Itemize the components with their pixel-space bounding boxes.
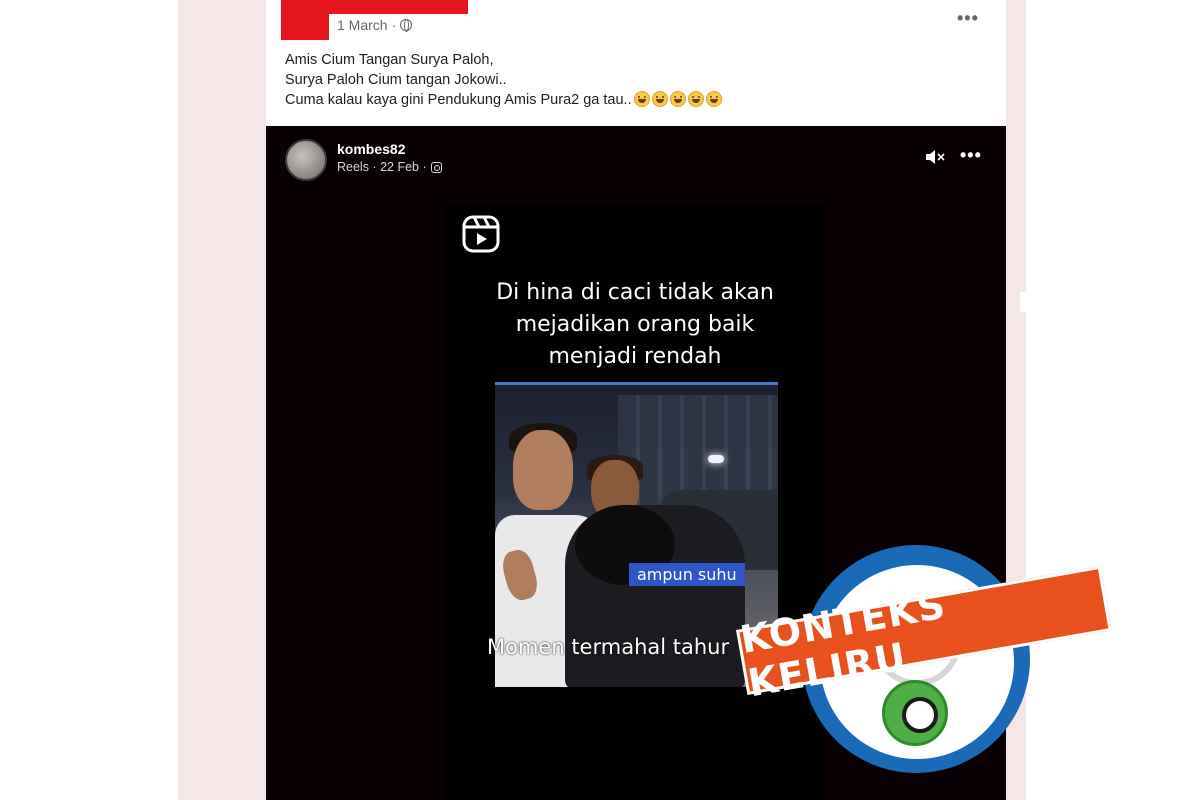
post-line: Amis Cium Tangan Surya Paloh,	[285, 52, 494, 68]
more-options-icon[interactable]: •••	[957, 8, 979, 29]
reels-icon	[462, 215, 500, 253]
globe-icon	[400, 19, 413, 32]
avatar[interactable]	[285, 139, 327, 181]
feed-edge-marker	[1020, 292, 1036, 312]
screenshot: 1 March · ••• Amis Cium Tangan Surya Pal…	[0, 0, 1200, 800]
reel-more-options-icon[interactable]: •••	[960, 145, 982, 166]
reel-author-name[interactable]: kombes82	[337, 141, 405, 157]
instagram-icon	[430, 161, 442, 173]
post-line: Cuma kalau kaya gini Pendukung Amis Pura…	[285, 90, 722, 110]
post-line-text: Cuma kalau kaya gini Pendukung Amis Pura…	[285, 92, 632, 108]
cek-fakta-logo-icon	[882, 680, 948, 746]
post-body: Amis Cium Tangan Surya Paloh, Surya Palo…	[285, 50, 722, 110]
caption-line: menjadi rendah	[548, 344, 722, 369]
grinning-face-icon	[633, 91, 650, 107]
post-date-label[interactable]: 1 March	[337, 17, 388, 33]
post-timestamp[interactable]: 1 March ·	[337, 17, 413, 33]
video-subtitle: Momen termahal tahur	[487, 635, 730, 659]
mute-icon[interactable]	[924, 147, 946, 167]
reel-caption: Di hina di caci tidak akan mejadikan ora…	[445, 277, 825, 373]
grinning-face-icon	[651, 91, 668, 107]
grinning-face-icon	[687, 91, 704, 107]
redacted-profile-picture	[281, 0, 329, 40]
post-line: Surya Paloh Cium tangan Jokowi..	[285, 72, 507, 88]
reel-meta-text: Reels · 22 Feb ·	[337, 160, 427, 174]
grinning-face-icon	[669, 91, 686, 107]
grinning-face-icon	[705, 91, 722, 107]
redacted-profile-name	[329, 0, 468, 14]
reel-meta: Reels · 22 Feb ·	[337, 160, 442, 174]
caption-line: mejadikan orang baik	[515, 312, 755, 337]
video-label-chip: ampun suhu	[629, 563, 745, 586]
caption-line: Di hina di caci tidak akan	[496, 280, 774, 305]
